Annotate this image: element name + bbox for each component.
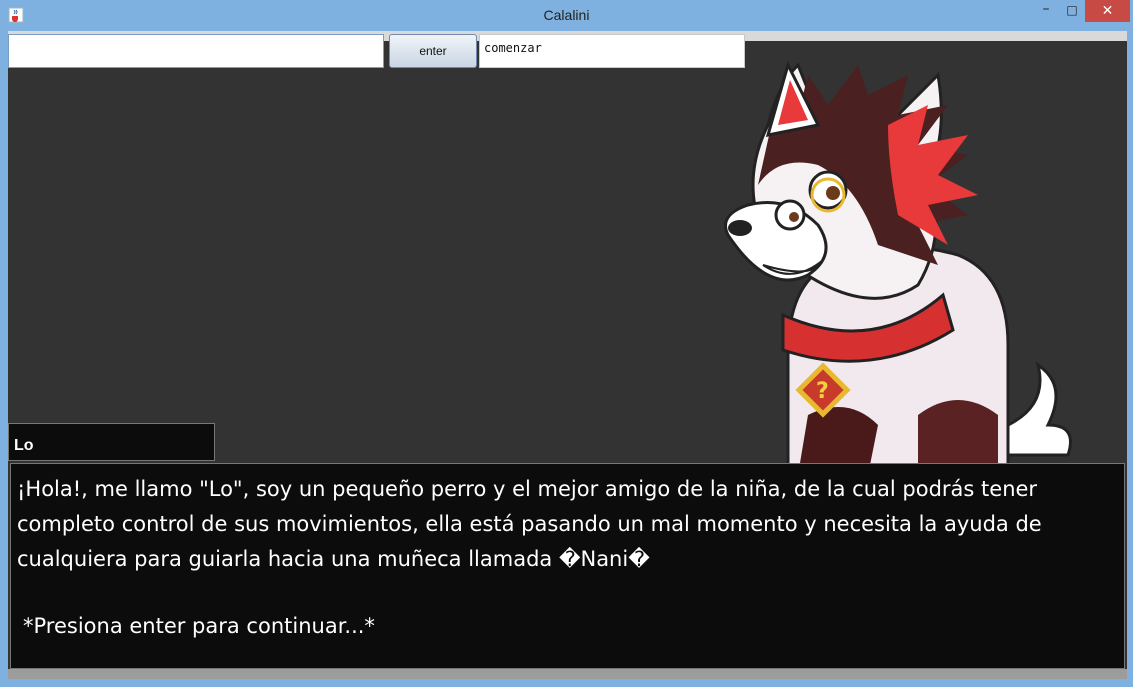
command-field[interactable]: comenzar [479,34,745,68]
title-bar[interactable]: Calalini – □ ✕ [0,0,1133,32]
enter-button[interactable]: enter [389,34,477,68]
dialog-box[interactable]: ¡Hola!, me llamo "Lo", soy un pequeño pe… [10,463,1125,669]
app-window: Calalini – □ ✕ enter comenzar ? Lo ¡Hola… [0,0,1133,687]
minimize-button[interactable]: – [1033,2,1059,22]
speaker-name: Lo [8,423,215,461]
dialog-line: completo control de sus movimientos, ell… [17,512,1042,536]
close-button[interactable]: ✕ [1085,0,1130,22]
bottom-strip [8,669,1127,679]
dialog-line: cualquiera para guiarla hacia una muñeca… [17,547,650,571]
svg-text:?: ? [816,379,829,404]
main-input[interactable] [8,34,384,68]
dog-character-image: ? [724,60,1072,475]
maximize-button[interactable]: □ [1059,2,1085,22]
window-title: Calalini [543,7,590,23]
continue-hint: *Presiona enter para continuar...* [23,614,375,638]
dialog-text: ¡Hola!, me llamo "Lo", soy un pequeño pe… [17,472,1107,577]
game-canvas: enter comenzar ? Lo ¡Hola!, me llamo "Lo… [8,31,1127,679]
dialog-line: ¡Hola!, me llamo "Lo", soy un pequeño pe… [17,477,1038,501]
